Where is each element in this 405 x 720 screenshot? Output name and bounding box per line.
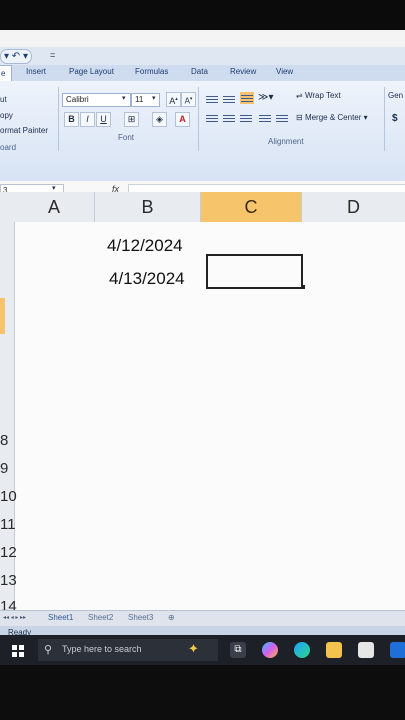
align-center-icon[interactable] (223, 113, 235, 123)
align-bottom-icon[interactable] (240, 92, 254, 104)
tab-formulas[interactable]: Formulas (135, 67, 168, 76)
cell-date[interactable]: 4/12/2024 (107, 236, 183, 256)
wrap-text-label: Wrap Text (304, 91, 341, 100)
tab-insert[interactable]: Insert (26, 67, 46, 76)
sheet-tab-2[interactable]: Sheet2 (88, 613, 113, 622)
format-painter-button[interactable]: ormat Painter (0, 126, 48, 135)
fill-handle[interactable] (301, 285, 305, 289)
group-divider (58, 87, 59, 151)
wrap-text-icon: ⇌ (296, 91, 305, 100)
row-header-12[interactable]: 12 (0, 544, 30, 561)
column-header-b[interactable]: B (95, 192, 201, 223)
sheet-tab-bar: ◂◂ ◂ ▸ ▸▸ Sheet1 Sheet2 Sheet3 ⊕ (0, 610, 405, 627)
merge-center-icon: ⊟ (296, 113, 305, 122)
new-sheet-icon[interactable]: ⊕ (168, 613, 175, 622)
decrease-indent-icon[interactable] (259, 113, 271, 123)
align-left-icon[interactable] (206, 113, 218, 123)
cell-date[interactable]: 4/13/2024 (109, 269, 185, 289)
sparkle-icon: ✦ (188, 641, 199, 656)
tab-home[interactable]: e (0, 65, 13, 82)
copilot-icon[interactable] (262, 642, 278, 658)
edge-browser-icon[interactable] (294, 642, 310, 658)
active-cell-selection[interactable] (206, 254, 303, 289)
excel-window: ▾ ↶ ▾ = e Insert Page Layout Formulas Da… (0, 30, 405, 665)
sheet-nav-icon[interactable]: ◂◂ ◂ ▸ ▸▸ (3, 614, 26, 621)
group-divider (198, 87, 199, 151)
select-all-corner[interactable] (0, 192, 15, 222)
column-header-d[interactable]: D (302, 192, 405, 223)
quick-access-more[interactable]: = (50, 50, 55, 60)
tab-review[interactable]: Review (230, 67, 256, 76)
ribbon-home: ut opy ormat Painter oard Calibri ▾ 11 ▾… (0, 81, 405, 182)
grow-font-button[interactable]: A▴ (166, 92, 181, 107)
copy-button[interactable]: opy (0, 111, 13, 120)
underline-button[interactable]: U (96, 112, 111, 127)
selected-row-marker (0, 298, 5, 334)
shrink-font-button[interactable]: A▾ (181, 92, 196, 107)
cut-button[interactable]: ut (0, 95, 7, 104)
quick-access-toolbar: ▾ ↶ ▾ = (0, 47, 405, 65)
font-name-select[interactable]: Calibri (62, 93, 131, 107)
row-header-10[interactable]: 10 (0, 488, 30, 505)
italic-button[interactable]: I (80, 112, 95, 127)
search-icon: ⚲ (44, 644, 53, 656)
file-explorer-icon[interactable] (326, 642, 342, 658)
row-header-13[interactable]: 13 (0, 572, 30, 589)
row-header-11[interactable]: 11 (0, 516, 30, 533)
merge-center-button[interactable]: ⊟ Merge & Center ▾ (296, 113, 368, 122)
sheet-tab-1[interactable]: Sheet1 (48, 613, 73, 622)
tab-view[interactable]: View (276, 67, 293, 76)
windows-start-icon[interactable] (12, 645, 24, 657)
group-divider (384, 87, 385, 151)
align-right-icon[interactable] (240, 113, 252, 123)
quick-access-menu[interactable]: ▾ ↶ ▾ (0, 49, 32, 64)
align-top-icon[interactable] (206, 94, 218, 104)
row-header-9[interactable]: 9 (0, 460, 30, 477)
monitor-bezel-top (0, 0, 405, 30)
clipboard-group-label: oard (0, 143, 17, 152)
align-middle-icon[interactable] (223, 94, 235, 104)
column-header-c[interactable]: C (201, 192, 302, 223)
increase-indent-icon[interactable] (276, 113, 288, 123)
search-placeholder: Type here to search (62, 644, 142, 654)
font-color-button[interactable]: A (175, 112, 190, 127)
bold-button[interactable]: B (64, 112, 79, 127)
sheet-tab-3[interactable]: Sheet3 (128, 613, 153, 622)
wrap-text-button[interactable]: ⇌ Wrap Text (296, 91, 341, 100)
store-icon[interactable] (358, 642, 374, 658)
column-header-a[interactable]: A (14, 192, 95, 223)
row-header-8[interactable]: 8 (0, 432, 30, 449)
currency-format-button[interactable]: $ (392, 113, 398, 124)
alignment-group-label: Alignment (268, 137, 304, 146)
fill-color-icon[interactable]: ◈ (152, 112, 167, 127)
tab-data[interactable]: Data (191, 67, 208, 76)
font-group-label: Font (118, 133, 135, 142)
orientation-icon[interactable]: ≫▾ (258, 92, 274, 103)
monitor-bezel-bottom (0, 665, 405, 720)
task-view-icon[interactable]: ⧉ (230, 642, 246, 658)
borders-icon[interactable]: ⊞ (124, 112, 139, 127)
ribbon-tabs: e Insert Page Layout Formulas Data Revie… (0, 65, 405, 82)
tab-page-layout[interactable]: Page Layout (69, 67, 114, 76)
taskbar-search-box[interactable]: ⚲ Type here to search ✦ (38, 639, 218, 661)
merge-center-label: Merge & Center (304, 113, 362, 122)
chevron-down-icon[interactable]: ▾ (152, 94, 156, 102)
number-format-select[interactable]: Gen (388, 91, 403, 100)
chevron-down-icon[interactable]: ▾ (122, 94, 126, 102)
mail-icon[interactable] (390, 642, 405, 658)
windows-taskbar: ⚲ Type here to search ✦ ⧉ (0, 635, 405, 665)
chevron-down-icon[interactable]: ▾ (52, 184, 56, 192)
